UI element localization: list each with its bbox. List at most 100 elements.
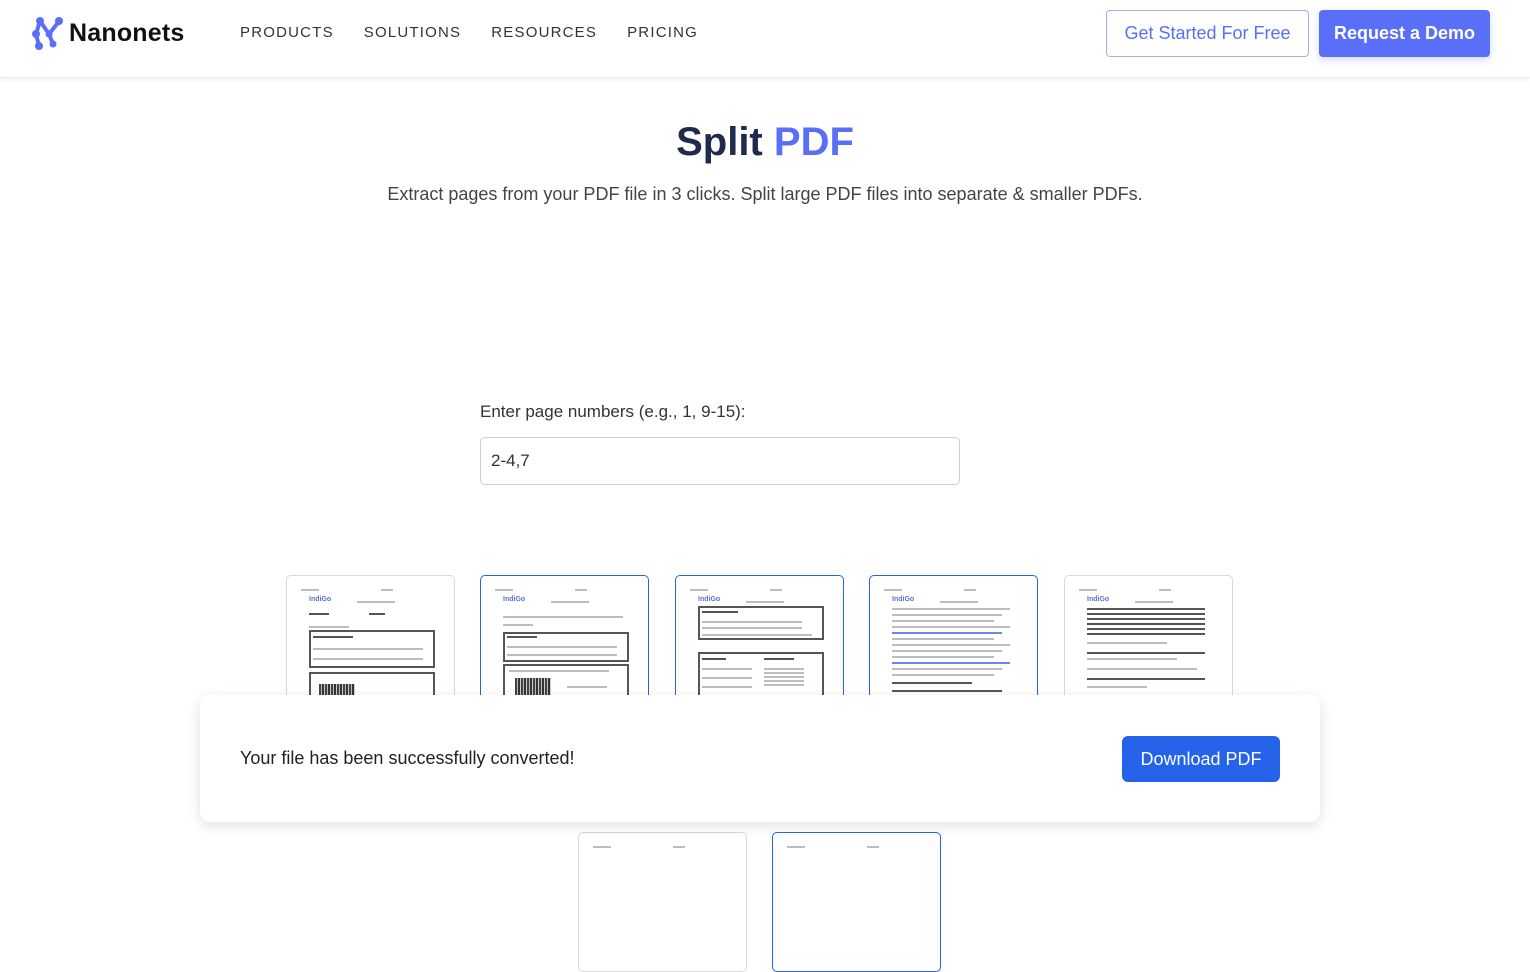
doc-text-line	[892, 608, 1010, 610]
doc-text-line	[369, 613, 385, 615]
doc-text-line	[764, 684, 804, 686]
airline-logo: IndiGo	[309, 596, 332, 603]
doc-text-line	[964, 589, 976, 591]
doc-text-line	[770, 589, 782, 591]
doc-text-line	[503, 616, 623, 618]
doc-text-line	[702, 611, 738, 613]
nanonets-logo-icon	[32, 17, 63, 50]
doc-text-line	[884, 589, 902, 591]
page-thumbnail-1[interactable]: IndiGo	[286, 575, 455, 715]
doc-text-line	[690, 589, 708, 591]
doc-text-line	[503, 624, 533, 626]
doc-text-line	[702, 658, 726, 660]
doc-text-line	[1087, 633, 1205, 635]
doc-text-line	[301, 589, 319, 591]
doc-text-line	[1087, 652, 1205, 654]
doc-text-line	[892, 662, 1010, 664]
page-numbers-input[interactable]	[480, 437, 960, 485]
nav-resources[interactable]: RESOURCES	[491, 24, 597, 41]
doc-text-line	[567, 686, 607, 688]
doc-text-line	[702, 677, 752, 679]
doc-text-line	[892, 656, 994, 658]
doc-text-line	[764, 658, 794, 660]
doc-text-line	[892, 650, 1002, 652]
doc-text-line	[702, 621, 802, 623]
doc-text-line	[892, 682, 972, 684]
doc-text-line	[1087, 678, 1205, 680]
page-title: Split PDF	[0, 120, 1530, 165]
doc-text-line	[867, 846, 879, 848]
doc-text-line	[702, 668, 752, 670]
doc-text-line	[313, 648, 423, 650]
request-demo-button[interactable]: Request a Demo	[1319, 10, 1490, 57]
main-nav: PRODUCTS SOLUTIONS RESOURCES PRICING	[240, 24, 698, 41]
doc-text-line	[702, 686, 752, 688]
doc-text-line	[787, 846, 805, 848]
get-started-button[interactable]: Get Started For Free	[1106, 10, 1309, 57]
doc-text-line	[507, 646, 617, 648]
nav-solutions[interactable]: SOLUTIONS	[364, 24, 461, 41]
doc-text-line	[381, 589, 393, 591]
doc-text-line	[313, 658, 423, 660]
doc-text-line	[746, 601, 784, 603]
doc-text-line	[507, 636, 537, 638]
success-panel: Your file has been successfully converte…	[200, 695, 1320, 822]
doc-text-line	[892, 668, 1002, 670]
doc-text-line	[1087, 686, 1147, 688]
logo[interactable]: Nanonets	[31, 16, 185, 50]
doc-text-line	[507, 654, 617, 656]
doc-text-line	[575, 589, 587, 591]
doc-text-line	[892, 614, 1002, 616]
page-thumbnail-5[interactable]: IndiGo	[1064, 575, 1233, 715]
title-accent: PDF	[773, 120, 854, 164]
doc-text-line	[551, 601, 589, 603]
airline-logo: IndiGo	[1087, 596, 1110, 603]
doc-text-line	[892, 674, 994, 676]
doc-text-line	[309, 613, 329, 615]
doc-text-line	[1135, 601, 1173, 603]
page-preview	[593, 843, 732, 971]
title-main: Split	[676, 120, 763, 164]
page-thumbnail-4[interactable]: IndiGo	[869, 575, 1038, 715]
doc-text-line	[495, 589, 513, 591]
download-pdf-button[interactable]: Download PDF	[1122, 736, 1280, 782]
doc-text-line	[1079, 589, 1097, 591]
doc-text-line	[673, 846, 685, 848]
doc-text-line	[892, 644, 1010, 646]
nav-pricing[interactable]: PRICING	[627, 24, 698, 41]
doc-text-line	[764, 672, 804, 674]
airline-logo: IndiGo	[698, 596, 721, 603]
doc-text-line	[892, 638, 994, 640]
doc-text-line	[1087, 618, 1205, 620]
page-preview	[787, 843, 926, 971]
page-thumbnail-6[interactable]	[578, 832, 747, 972]
doc-text-line	[892, 632, 1002, 634]
doc-text-line	[1087, 628, 1205, 630]
success-message: Your file has been successfully converte…	[240, 748, 575, 768]
doc-text-line	[764, 668, 804, 670]
doc-text-line	[892, 690, 1002, 692]
page-thumbnail-7[interactable]	[772, 832, 941, 972]
doc-text-line	[509, 670, 609, 672]
doc-text-line	[1087, 623, 1205, 625]
doc-text-line	[892, 620, 994, 622]
doc-text-line	[1087, 658, 1177, 660]
doc-text-line	[357, 601, 395, 603]
doc-text-line	[764, 676, 804, 678]
doc-text-line	[1087, 613, 1205, 615]
nav-products[interactable]: PRODUCTS	[240, 24, 334, 41]
page-thumbnail-2[interactable]: IndiGo	[480, 575, 649, 715]
airline-logo: IndiGo	[503, 596, 526, 603]
page-numbers-label: Enter page numbers (e.g., 1, 9-15):	[480, 402, 746, 421]
doc-text-line	[313, 636, 353, 638]
doc-text-line	[702, 634, 812, 636]
doc-text-line	[940, 601, 978, 603]
doc-text-line	[892, 626, 1010, 628]
doc-text-line	[1159, 589, 1171, 591]
doc-text-line	[1087, 642, 1167, 644]
doc-text-line	[764, 680, 804, 682]
logo-text: Nanonets	[69, 18, 185, 47]
doc-text-line	[1087, 668, 1197, 670]
airline-logo: IndiGo	[892, 596, 915, 603]
page-thumbnail-3[interactable]: IndiGo	[675, 575, 844, 715]
